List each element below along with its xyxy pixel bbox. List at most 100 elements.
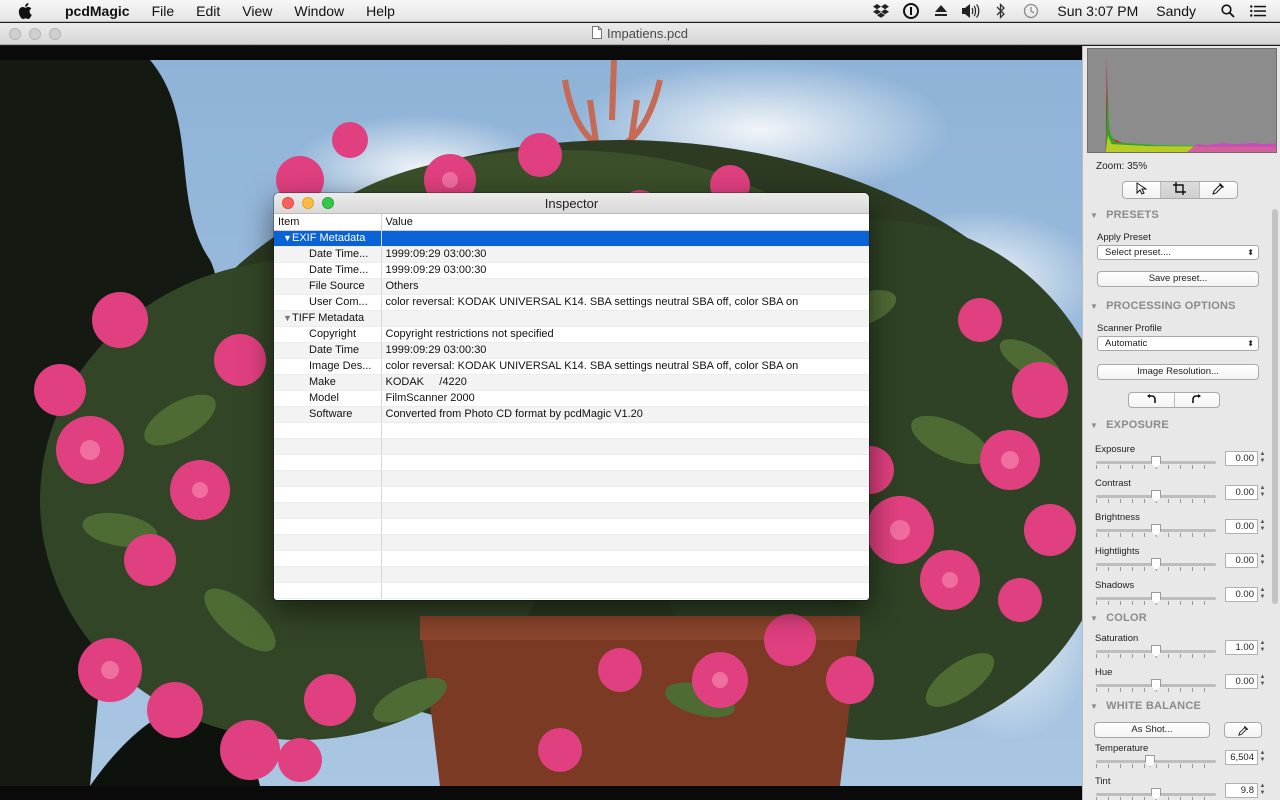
value-field[interactable]: 0.00 [1225, 451, 1258, 466]
image-resolution-button[interactable]: Image Resolution... [1097, 364, 1259, 380]
inspector-titlebar: Inspector [274, 193, 869, 214]
inspector-minimize-button[interactable] [302, 197, 314, 209]
column-header-item[interactable]: Item [274, 214, 382, 231]
onepassword-icon[interactable] [899, 0, 923, 22]
stepper-arrows-icon[interactable]: ▲ ▼ [1259, 750, 1266, 765]
stepper-arrows-icon[interactable]: ▲ ▼ [1259, 640, 1266, 655]
time-machine-icon[interactable] [1019, 0, 1043, 22]
rotate-right-button[interactable] [1175, 393, 1220, 407]
adjustment-slider[interactable] [1096, 755, 1216, 769]
value-field[interactable]: 6,504 [1225, 750, 1258, 765]
stepper-arrows-icon[interactable]: ▲ ▼ [1259, 451, 1266, 466]
menubar-clock[interactable]: Sun 3:07 PM [1057, 3, 1138, 19]
group-row-tiff[interactable]: ▼TIFF Metadata [274, 310, 869, 327]
menu-view[interactable]: View [231, 0, 283, 22]
apple-menu-icon[interactable] [18, 2, 40, 19]
chevron-updown-icon: ⬍ [1247, 339, 1254, 348]
crop-tool-button[interactable] [1161, 182, 1200, 198]
window-zoom-button[interactable] [49, 28, 61, 40]
menu-edit[interactable]: Edit [185, 0, 231, 22]
menu-window[interactable]: Window [283, 0, 355, 22]
row-value: 1999:09:29 03:00:30 [381, 262, 869, 279]
exposure-section-header[interactable]: ▼ EXPOSURE [1090, 419, 1169, 431]
pointer-tool-button[interactable] [1123, 182, 1162, 198]
rotate-left-button[interactable] [1129, 393, 1175, 407]
column-header-value[interactable]: Value [381, 214, 869, 231]
row-item: Date Time [274, 342, 382, 359]
white-balance-section-header[interactable]: ▼ WHITE BALANCE [1090, 700, 1201, 712]
menu-file[interactable]: File [141, 0, 186, 22]
sidebar-scrollbar[interactable] [1272, 209, 1278, 604]
stepper-arrows-icon[interactable]: ▲ ▼ [1259, 587, 1266, 602]
preset-select[interactable]: Select preset.... ⬍ [1097, 245, 1259, 260]
spotlight-search-icon[interactable] [1216, 0, 1240, 22]
table-row[interactable]: Date Time 1999:09:29 03:00:30 [274, 342, 869, 359]
table-row[interactable]: Date Time... 1999:09:29 03:00:30 [274, 246, 869, 263]
adjustment-slider[interactable] [1096, 788, 1216, 800]
inspector-close-button[interactable] [282, 197, 294, 209]
processing-section-header[interactable]: ▼ PROCESSING OPTIONS [1090, 300, 1236, 312]
dropbox-icon[interactable] [869, 0, 893, 22]
adjustment-slider[interactable] [1096, 645, 1216, 659]
stepper-arrows-icon[interactable]: ▲ ▼ [1259, 674, 1266, 689]
volume-icon[interactable] [959, 0, 983, 22]
table-row[interactable]: Image Des... color reversal: KODAK UNIVE… [274, 358, 869, 375]
white-balance-picker-button[interactable] [1224, 722, 1262, 738]
pointer-icon [1136, 182, 1148, 198]
window-minimize-button[interactable] [29, 28, 41, 40]
notification-center-icon[interactable] [1246, 0, 1270, 22]
value-field[interactable]: 0.00 [1225, 674, 1258, 689]
scanner-profile-label: Scanner Profile [1097, 323, 1162, 334]
presets-section-header[interactable]: ▼ PRESETS [1090, 209, 1159, 221]
empty-row [274, 502, 869, 519]
value-field[interactable]: 0.00 [1225, 587, 1258, 602]
table-row[interactable]: Date Time... 1999:09:29 03:00:30 [274, 262, 869, 279]
adjustment-slider[interactable] [1096, 592, 1216, 606]
stepper-arrows-icon[interactable]: ▲ ▼ [1259, 519, 1266, 534]
bluetooth-icon[interactable] [989, 0, 1013, 22]
table-row[interactable]: User Com... color reversal: KODAK UNIVER… [274, 294, 869, 311]
save-preset-button[interactable]: Save preset... [1097, 271, 1259, 287]
window-close-button[interactable] [9, 28, 21, 40]
value-field[interactable]: 0.00 [1225, 485, 1258, 500]
disclosure-triangle-icon[interactable]: ▼ [280, 233, 292, 243]
as-shot-button[interactable]: As Shot... [1094, 722, 1210, 738]
stepper-arrows-icon[interactable]: ▲ ▼ [1259, 485, 1266, 500]
adjustment-slider[interactable] [1096, 558, 1216, 572]
adjustment-slider[interactable] [1096, 679, 1216, 693]
disclosure-triangle-icon[interactable]: ▼ [280, 313, 292, 323]
rotate-right-icon [1191, 393, 1202, 407]
section-title: PROCESSING OPTIONS [1106, 300, 1236, 312]
histogram [1087, 48, 1277, 153]
inspector-zoom-button[interactable] [322, 197, 334, 209]
stepper-arrows-icon[interactable]: ▲ ▼ [1259, 783, 1266, 798]
value-field[interactable]: 0.00 [1225, 553, 1258, 568]
disclosure-triangle-icon: ▼ [1090, 420, 1099, 430]
menu-help[interactable]: Help [355, 0, 406, 22]
eyedropper-tool-button[interactable] [1200, 182, 1237, 198]
adjustment-slider[interactable] [1096, 490, 1216, 504]
slider-label: Temperature [1095, 743, 1149, 754]
table-row[interactable]: Model FilmScanner 2000 [274, 390, 869, 407]
adjustment-slider[interactable] [1096, 524, 1216, 538]
color-section-header[interactable]: ▼ COLOR [1090, 612, 1147, 624]
row-value: color reversal: KODAK UNIVERSAL K14. SBA… [381, 358, 869, 375]
adjustment-slider[interactable] [1096, 456, 1216, 470]
stepper-arrows-icon[interactable]: ▲ ▼ [1259, 553, 1266, 568]
value-field[interactable]: 9.8 [1225, 783, 1258, 798]
row-value: KODAK /4220 [381, 374, 869, 391]
disclosure-triangle-icon: ▼ [1090, 301, 1099, 311]
table-row[interactable]: Software Converted from Photo CD format … [274, 406, 869, 423]
table-row[interactable]: Copyright Copyright restrictions not spe… [274, 326, 869, 343]
value-field[interactable]: 0.00 [1225, 519, 1258, 534]
group-row-exif[interactable]: ▼EXIF Metadata [274, 230, 869, 247]
table-row[interactable]: Make KODAK /4220 [274, 374, 869, 391]
value-field[interactable]: 1.00 [1225, 640, 1258, 655]
eject-icon[interactable] [929, 0, 953, 22]
menu-app[interactable]: pcdMagic [54, 0, 141, 22]
table-row[interactable]: File Source Others [274, 278, 869, 295]
scanner-profile-select[interactable]: Automatic ⬍ [1097, 336, 1259, 351]
row-value: Converted from Photo CD format by pcdMag… [381, 406, 869, 423]
menubar-user[interactable]: Sandy [1156, 3, 1196, 19]
inspector-title: Inspector [544, 196, 599, 211]
